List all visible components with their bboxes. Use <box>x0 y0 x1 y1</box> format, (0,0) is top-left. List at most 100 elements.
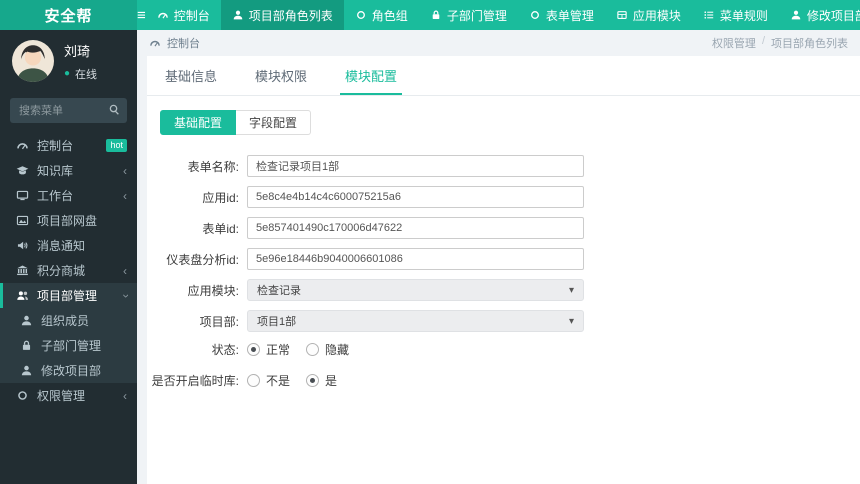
subtab-group: 基础配置 字段配置 <box>160 110 860 135</box>
sidebar-item-org-members[interactable]: 组织成员 <box>0 308 137 333</box>
tab-label: 基础信息 <box>165 69 218 84</box>
circle-icon <box>530 11 539 19</box>
breadcrumb-label: 控制台 <box>167 38 200 50</box>
top-tab-bar: 控制台 项目部角色列表 角色组 子部门管理 表单管理 应用模块 菜单规则 修改项… <box>146 0 860 30</box>
volume-icon <box>17 241 28 250</box>
sidebar-item-workbench[interactable]: 工作台 ‹ <box>0 183 137 208</box>
chevron-left-icon: ‹ <box>123 188 127 203</box>
sidebar-item-notifications[interactable]: 消息通知 <box>0 233 137 258</box>
breadcrumb-link-role-list[interactable]: 项目部角色列表 <box>771 35 848 51</box>
lock-icon <box>431 10 440 20</box>
chevron-left-icon: ‹ <box>123 263 127 278</box>
radio-label: 隐藏 <box>325 343 350 357</box>
top-tab-form-manage[interactable]: 表单管理 <box>518 0 605 30</box>
user-name: 刘琦 <box>64 43 91 59</box>
sidebar-item-permission-manage[interactable]: 权限管理 ‹ <box>0 383 137 408</box>
sidebar-item-label: 控制台 <box>37 139 74 153</box>
chevron-left-icon: ‹ <box>123 388 127 403</box>
radio-option-no[interactable]: 不是 <box>247 372 290 389</box>
select-value: 项目1部 <box>257 316 297 328</box>
project-dept-select[interactable]: 项目1部 ▾ <box>247 310 584 332</box>
sidebar-user-panel: 刘琦 ● 在线 <box>0 30 137 90</box>
top-tab-role-group[interactable]: 角色组 <box>344 0 419 30</box>
sidebar-item-points-mall[interactable]: 积分商城 ‹ <box>0 258 137 283</box>
subtab-label: 字段配置 <box>249 116 298 130</box>
top-tab-label: 应用模块 <box>632 8 681 23</box>
circle-icon <box>18 391 27 400</box>
breadcrumb-separator: / <box>761 35 765 47</box>
dashboard-analysis-id-input[interactable] <box>247 248 584 270</box>
tab-basic-info[interactable]: 基础信息 <box>160 56 222 95</box>
breadcrumb-link-permission[interactable]: 权限管理 <box>712 35 756 51</box>
sidebar-submenu: 组织成员 子部门管理 修改项目部 <box>0 308 137 383</box>
top-tab-menu-rule[interactable]: 菜单规则 <box>692 0 779 30</box>
tachometer-icon <box>150 40 160 48</box>
radio-label: 正常 <box>266 343 291 357</box>
app-window: 安全帮 ≡ 控制台 项目部角色列表 角色组 子部门管理 表单管理 应用模块 菜单… <box>0 0 860 484</box>
sidebar: 刘琦 ● 在线 控制台 hot 知识库 ‹ <box>0 30 137 484</box>
tab-module-permission[interactable]: 模块权限 <box>250 56 312 95</box>
form-id-input[interactable] <box>247 217 584 239</box>
select-value: 检查记录 <box>257 285 301 297</box>
sidebar-item-label: 项目部网盘 <box>37 214 98 228</box>
top-tab-label: 修改项目部 <box>806 8 860 23</box>
radio-option-hidden[interactable]: 隐藏 <box>306 341 349 358</box>
app-module-select[interactable]: 检查记录 ▾ <box>247 279 584 301</box>
user-status: ● 在线 <box>64 66 97 82</box>
sidebar-item-knowledge-base[interactable]: 知识库 ‹ <box>0 158 137 183</box>
form-row-form-id: 表单id: <box>147 217 860 239</box>
sidebar-item-sub-department[interactable]: 子部门管理 <box>0 333 137 358</box>
tab-bar: 基础信息 模块权限 模块配置 <box>147 56 860 96</box>
tab-module-config[interactable]: 模块配置 <box>340 56 403 95</box>
caret-down-icon: ▾ <box>568 315 574 327</box>
search-button[interactable] <box>108 103 121 121</box>
sidebar-item-label: 消息通知 <box>37 239 86 253</box>
form-row-temp-db: 是否开启临时库: 不是 是 <box>147 372 860 389</box>
circle-icon <box>356 11 365 19</box>
sidebar-item-project-manage[interactable]: 项目部管理 ‹ <box>0 283 137 308</box>
top-tab-app-module[interactable]: 应用模块 <box>605 0 692 30</box>
sidebar-item-label: 知识库 <box>37 164 74 178</box>
sidebar-toggle-button[interactable]: ≡ <box>137 0 146 30</box>
sidebar-menu: 控制台 hot 知识库 ‹ 工作台 ‹ 项目部网盘 消息通知 积分商城 ‹ 项目… <box>0 133 137 408</box>
top-tab-label: 角色组 <box>371 8 408 23</box>
field-label: 仪表盘分析id: <box>166 252 239 267</box>
top-tab-project-role-list[interactable]: 项目部角色列表 <box>220 0 344 30</box>
list-icon <box>704 11 714 19</box>
subtab-basic-config[interactable]: 基础配置 <box>160 110 237 135</box>
radio-option-normal[interactable]: 正常 <box>247 341 290 358</box>
table-icon <box>617 11 627 19</box>
radio-icon <box>247 343 260 356</box>
field-label: 状态: <box>211 343 239 357</box>
radio-option-yes[interactable]: 是 <box>306 372 337 389</box>
sidebar-item-edit-project[interactable]: 修改项目部 <box>0 358 137 383</box>
brand-logo[interactable]: 安全帮 <box>0 0 137 30</box>
top-tab-console[interactable]: 控制台 <box>146 0 221 30</box>
app-id-input[interactable] <box>247 186 584 208</box>
hamburger-icon: ≡ <box>137 6 146 24</box>
content-card: 基础信息 模块权限 模块配置 基础配置 字段配置 表单名称: 检查记录项目1部 … <box>147 56 860 484</box>
form-name-input[interactable] <box>247 155 584 177</box>
sidebar-item-project-netdisk[interactable]: 项目部网盘 <box>0 208 137 233</box>
breadcrumb-current: 控制台 <box>149 35 200 51</box>
field-label: 表单名称: <box>187 159 239 174</box>
top-tab-label: 菜单规则 <box>719 8 768 23</box>
menu-search <box>10 98 127 123</box>
sidebar-item-label: 子部门管理 <box>41 339 102 353</box>
tab-label: 模块权限 <box>255 69 308 84</box>
subtab-field-config[interactable]: 字段配置 <box>236 110 312 135</box>
chevron-down-icon: ‹ <box>118 293 132 298</box>
form-row-form-name: 表单名称: <box>147 155 860 177</box>
hot-badge: hot <box>106 139 127 152</box>
top-tab-edit-project[interactable]: 修改项目部 <box>779 0 860 30</box>
sidebar-item-label: 工作台 <box>37 189 74 203</box>
graduation-icon <box>16 166 29 175</box>
sidebar-item-label: 组织成员 <box>41 314 90 328</box>
top-tab-sub-department[interactable]: 子部门管理 <box>419 0 518 30</box>
field-label: 应用模块: <box>187 283 239 298</box>
sidebar-item-console[interactable]: 控制台 hot <box>0 133 137 158</box>
field-label: 是否开启临时库: <box>151 374 239 388</box>
breadcrumb: 控制台 权限管理 / 项目部角色列表 <box>137 30 860 56</box>
top-tab-label: 控制台 <box>173 8 210 23</box>
radio-label: 不是 <box>266 374 291 388</box>
